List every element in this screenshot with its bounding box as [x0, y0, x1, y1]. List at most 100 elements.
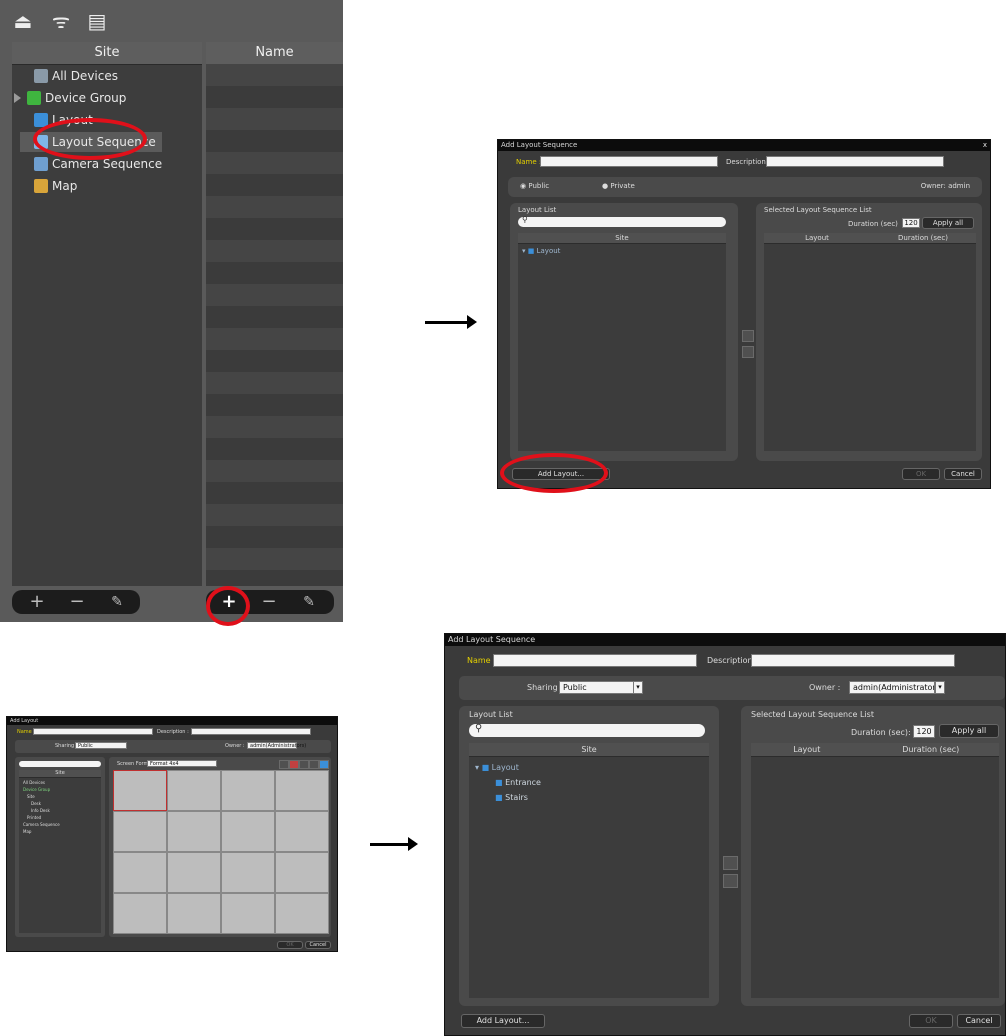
site-toolbar: ⏏ ᯤ ▤ — [0, 0, 343, 40]
tree-item-stairs[interactable]: ■ Stairs — [495, 793, 528, 802]
screen-format-select[interactable]: Format 4x4 — [147, 760, 217, 767]
edit-icon[interactable]: ✎ — [298, 590, 320, 614]
ok-button[interactable]: OK — [902, 468, 940, 480]
tree-item-all-devices[interactable]: All Devices — [23, 779, 60, 786]
tree-item-camera-sequence[interactable]: Camera Sequence — [23, 821, 60, 828]
description-input[interactable] — [766, 156, 944, 167]
chevron-down-icon[interactable]: ▾ — [935, 681, 945, 694]
tree-item-info-desk[interactable]: Info Desk — [23, 807, 60, 814]
grid-cell[interactable] — [167, 852, 221, 893]
ok-button[interactable]: OK — [909, 1014, 953, 1028]
move-right-button[interactable] — [742, 330, 754, 342]
owner-select[interactable]: admin(Administrators) — [247, 742, 306, 749]
grid-option-icon[interactable] — [289, 760, 299, 769]
grid-cell[interactable] — [275, 811, 329, 852]
site-column-header: Site — [19, 770, 101, 778]
grid-cell[interactable] — [167, 811, 221, 852]
selected-list-group: Selected Layout Sequence List Duration (… — [741, 706, 1005, 1006]
private-radio[interactable]: ● Private — [602, 182, 635, 190]
grid-cell[interactable] — [275, 893, 329, 934]
duration-input[interactable]: 120 — [913, 725, 935, 738]
device-group-icon — [27, 91, 41, 105]
grid-option-icon[interactable] — [279, 760, 289, 769]
apply-all-button[interactable]: Apply all — [939, 724, 999, 738]
tree-item-device-group[interactable]: Device Group — [23, 786, 60, 793]
close-icon[interactable]: x — [983, 140, 987, 151]
grid-cell[interactable] — [113, 893, 167, 934]
move-left-button[interactable] — [723, 874, 738, 888]
sharing-select[interactable]: Public — [559, 681, 641, 694]
grid-cell[interactable] — [167, 770, 221, 811]
grid-cell[interactable] — [113, 770, 167, 811]
move-left-button[interactable] — [742, 346, 754, 358]
tree-item-layout[interactable]: ▾ ■ Layout — [522, 247, 560, 255]
grid-cell[interactable] — [113, 852, 167, 893]
grid-option-icon[interactable] — [299, 760, 309, 769]
tree-item-map[interactable]: Map — [20, 176, 77, 196]
name-column-header: Name — [206, 42, 343, 65]
edit-icon[interactable]: ✎ — [106, 590, 128, 614]
search-icon: ⚲ — [475, 723, 483, 734]
sharing-row: Sharing : Public Owner : admin(Administr… — [15, 740, 331, 753]
upload-icon[interactable]: ⏏ — [12, 10, 34, 32]
search-input[interactable]: ⚲ — [469, 723, 705, 737]
description-input[interactable] — [191, 728, 311, 735]
cancel-button[interactable]: Cancel — [957, 1014, 1001, 1028]
selected-list-label: Selected Layout Sequence List — [751, 710, 874, 719]
tree-item-all-devices[interactable]: All Devices — [20, 66, 118, 86]
grid-cell[interactable] — [221, 770, 275, 811]
layout-list-label: Layout List — [469, 710, 513, 719]
add-icon[interactable]: + — [26, 590, 48, 614]
name-input[interactable] — [33, 728, 153, 735]
chevron-down-icon[interactable]: ▾ — [633, 681, 643, 694]
grid-cell[interactable] — [221, 852, 275, 893]
grid-cell[interactable] — [275, 852, 329, 893]
owner-select[interactable]: admin(Administrators) — [849, 681, 935, 694]
folder-icon[interactable]: ▤ — [86, 10, 108, 32]
duration-column-header: Duration (sec) — [870, 233, 976, 244]
tree-item-desk[interactable]: Desk — [23, 800, 60, 807]
grid-option-icon[interactable] — [319, 760, 329, 769]
move-right-button[interactable] — [723, 856, 738, 870]
grid-cell[interactable] — [221, 811, 275, 852]
grid-cell[interactable] — [113, 811, 167, 852]
tree-item-printed[interactable]: Printed — [23, 814, 60, 821]
selected-list-label: Selected Layout Sequence List — [764, 206, 872, 214]
ok-button[interactable]: OK — [277, 941, 303, 949]
grid-option-icon[interactable] — [309, 760, 319, 769]
description-input[interactable] — [751, 654, 955, 667]
tree-item-device-group[interactable]: Device Group — [14, 88, 126, 108]
search-icon: ⚲ — [522, 215, 528, 224]
public-radio[interactable]: ◉ Public — [520, 182, 549, 190]
remove-icon[interactable]: − — [258, 590, 280, 614]
remove-icon[interactable]: − — [66, 590, 88, 614]
site-tree-list: All Devices Device Group Site Desk Info … — [23, 779, 60, 835]
sharing-select[interactable]: Public — [75, 742, 127, 749]
wifi-icon[interactable]: ᯤ — [50, 10, 72, 32]
duration-input[interactable]: 120 — [902, 218, 920, 228]
tree-item-map[interactable]: Map — [23, 828, 60, 835]
tree-item-label: Layout — [491, 763, 519, 772]
grid-cell[interactable] — [167, 893, 221, 934]
layout-list-group: Layout List ⚲ Site ▾ ■ Layout ■ Entrance… — [459, 706, 719, 1006]
apply-all-button[interactable]: Apply all — [922, 217, 974, 229]
grid-cell[interactable] — [221, 893, 275, 934]
name-input[interactable] — [540, 156, 718, 167]
cancel-button[interactable]: Cancel — [944, 468, 982, 480]
flow-arrow — [370, 837, 418, 851]
search-input[interactable] — [19, 761, 101, 767]
search-input[interactable]: ⚲ — [518, 215, 726, 227]
tree-item-layout[interactable]: ▾ ■ Layout — [475, 763, 519, 772]
name-label: Name : — [516, 158, 542, 166]
name-input[interactable] — [493, 654, 697, 667]
grid-cell[interactable] — [275, 770, 329, 811]
all-devices-icon — [34, 69, 48, 83]
site-bottom-bar: + − ✎ — [12, 590, 140, 614]
cancel-button[interactable]: Cancel — [305, 941, 331, 949]
expand-arrow-icon[interactable] — [14, 93, 21, 103]
tree-item-entrance[interactable]: ■ Entrance — [495, 778, 541, 787]
layout-grid-group: Screen Format : Format 4x4 — [109, 757, 331, 937]
add-layout-button[interactable]: Add Layout... — [461, 1014, 545, 1028]
layout-list-group: Layout List ⚲ Site ▾ ■ Layout — [510, 203, 738, 461]
tree-item-site[interactable]: Site — [23, 793, 60, 800]
